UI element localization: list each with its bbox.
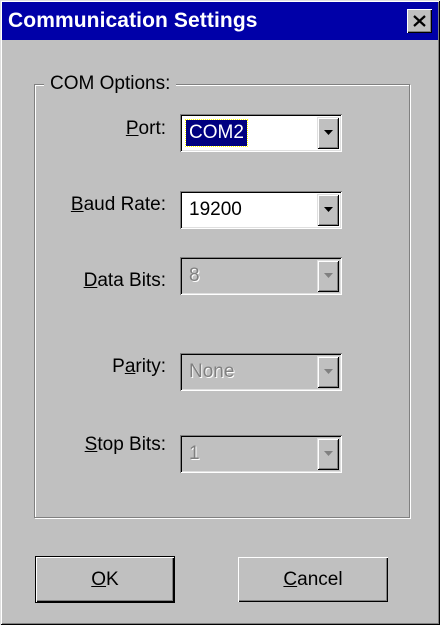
data-bits-dropdown-button bbox=[317, 260, 339, 292]
chevron-down-icon bbox=[324, 130, 333, 135]
close-icon bbox=[413, 15, 426, 27]
chevron-down-icon bbox=[324, 369, 333, 374]
stop-bits-label: Stop Bits: bbox=[84, 434, 166, 455]
stop-bits-combobox: 1 bbox=[180, 435, 342, 473]
port-combobox[interactable]: COM2 bbox=[180, 114, 342, 152]
port-label: Port: bbox=[125, 118, 166, 139]
port-dropdown-button[interactable] bbox=[317, 117, 339, 149]
data-bits-label: Data Bits: bbox=[83, 270, 166, 291]
baud-rate-dropdown-button[interactable] bbox=[317, 194, 339, 226]
title-bar[interactable]: Communication Settings bbox=[2, 2, 438, 40]
port-value: COM2 bbox=[185, 119, 248, 147]
com-options-legend: COM Options: bbox=[44, 70, 177, 98]
baud-rate-combobox[interactable]: 19200 bbox=[180, 191, 342, 229]
ok-button[interactable]: OK bbox=[36, 557, 174, 602]
parity-dropdown-button bbox=[317, 356, 339, 388]
baud-rate-label: Baud Rate: bbox=[70, 194, 166, 215]
chevron-down-icon bbox=[324, 273, 333, 278]
cancel-button[interactable]: Cancel bbox=[238, 557, 388, 602]
data-bits-value: 8 bbox=[189, 265, 200, 286]
parity-combobox: None bbox=[180, 353, 342, 391]
close-button[interactable] bbox=[407, 9, 432, 33]
cancel-button-label: Cancel bbox=[283, 569, 343, 590]
parity-label: Parity: bbox=[112, 356, 166, 377]
chevron-down-icon bbox=[324, 207, 333, 212]
stop-bits-value: 1 bbox=[189, 443, 200, 464]
ok-button-label: OK bbox=[91, 569, 119, 590]
chevron-down-icon bbox=[324, 451, 333, 456]
parity-value: None bbox=[189, 361, 235, 382]
data-bits-combobox: 8 bbox=[180, 257, 342, 295]
stop-bits-dropdown-button bbox=[317, 438, 339, 470]
baud-rate-value: 19200 bbox=[189, 199, 242, 220]
communication-settings-dialog: Communication Settings COM Options: Port… bbox=[0, 0, 440, 625]
window-title: Communication Settings bbox=[8, 9, 258, 32]
